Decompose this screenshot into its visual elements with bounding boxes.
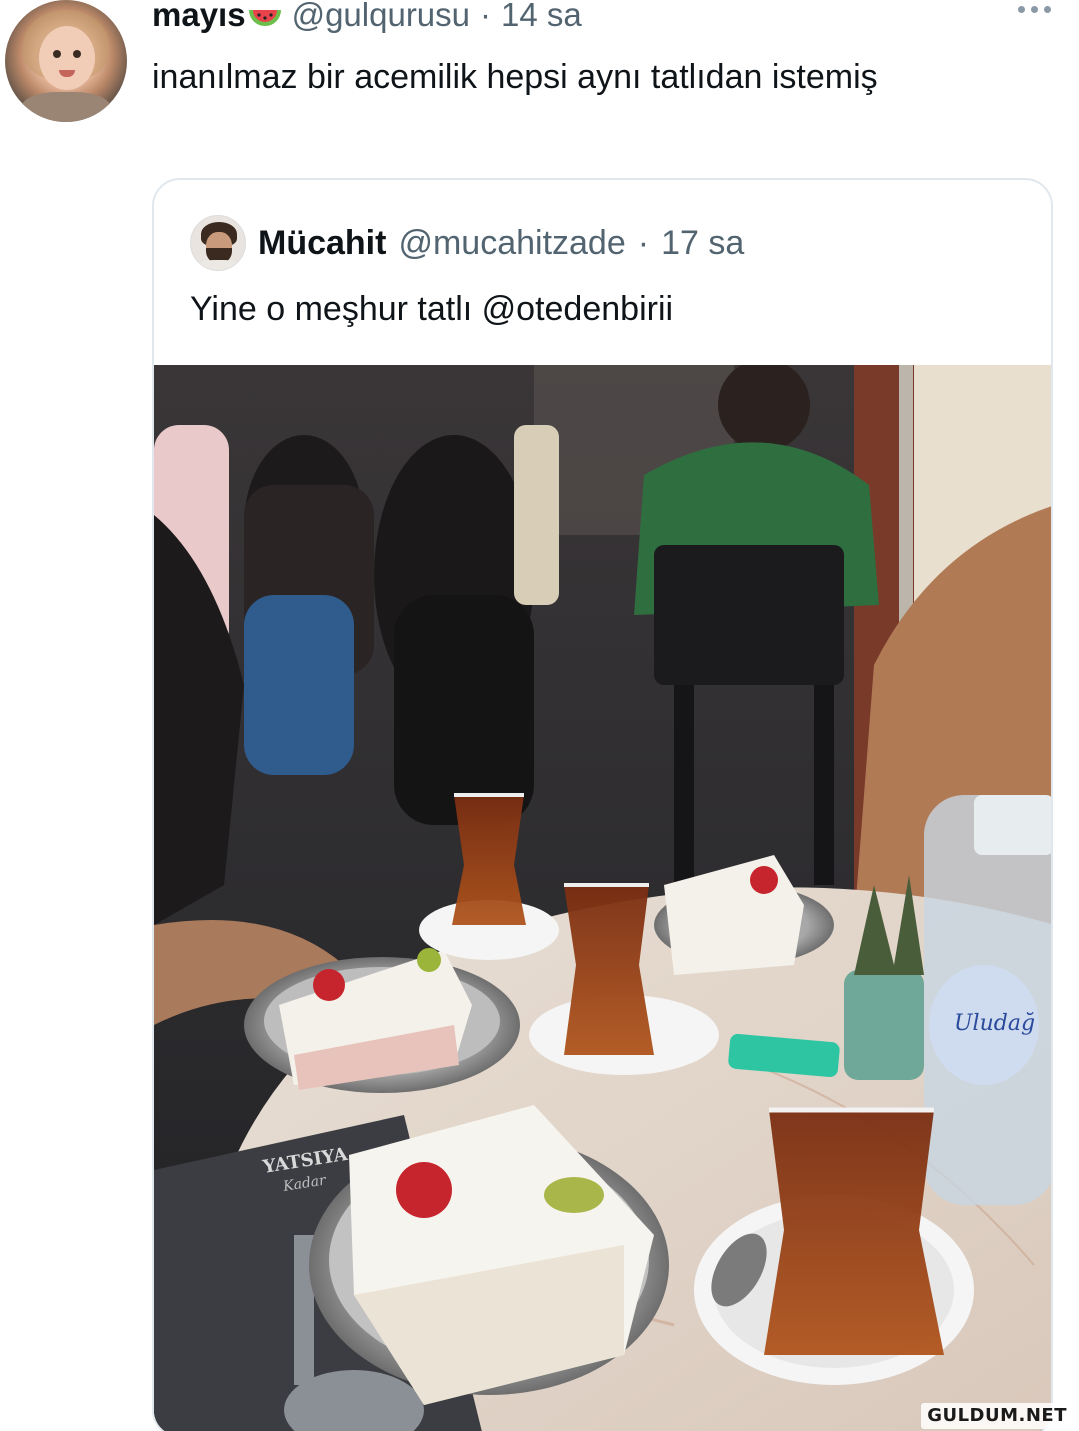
quoted-tweet-card[interactable]: Mücahit @mucahitzade · 17 sa Yine o meşh… [152,178,1053,1431]
tweet[interactable]: mayıs @gulqurusu · 14 sa inanılmaz bir a… [0,0,1079,1431]
display-name-link[interactable]: mayıs [152,0,282,34]
photo-illustration: YATSIYA Kadar Uludağ [154,365,1051,1431]
more-options-icon[interactable] [1018,6,1051,13]
watermark: GULDUM.NET [921,1403,1073,1429]
user-handle[interactable]: @gulqurusu [292,0,470,34]
quoted-tweet-time[interactable]: 17 sa [661,224,744,263]
tweet-photo[interactable]: YATSIYA Kadar Uludağ [154,365,1051,1431]
display-name: mayıs [152,0,246,33]
watermelon-icon [248,0,282,32]
tweet-text: inanılmaz bir acemilik hepsi aynı tatlıd… [152,58,878,96]
avatar-eye [53,50,61,58]
user-avatar[interactable] [5,0,127,122]
quoted-tweet-header: Mücahit @mucahitzade · 17 sa [190,214,744,272]
bottle-label: Uludağ [954,1011,1035,1036]
quoted-display-name[interactable]: Mücahit [258,224,386,263]
separator-dot: · [480,0,492,33]
separator-dot: · [637,223,650,262]
quoted-tweet-text: Yine o meşhur tatlı @otedenbirii [190,290,674,328]
tweet-time[interactable]: 14 sa [501,0,582,34]
avatar-shirt [21,92,111,122]
tweet-header: mayıs @gulqurusu · 14 sa [152,0,582,36]
avatar-eye [73,50,81,58]
quoted-user-avatar[interactable] [190,215,246,271]
quoted-user-handle[interactable]: @mucahitzade [398,224,625,263]
avatar-face [39,26,95,90]
